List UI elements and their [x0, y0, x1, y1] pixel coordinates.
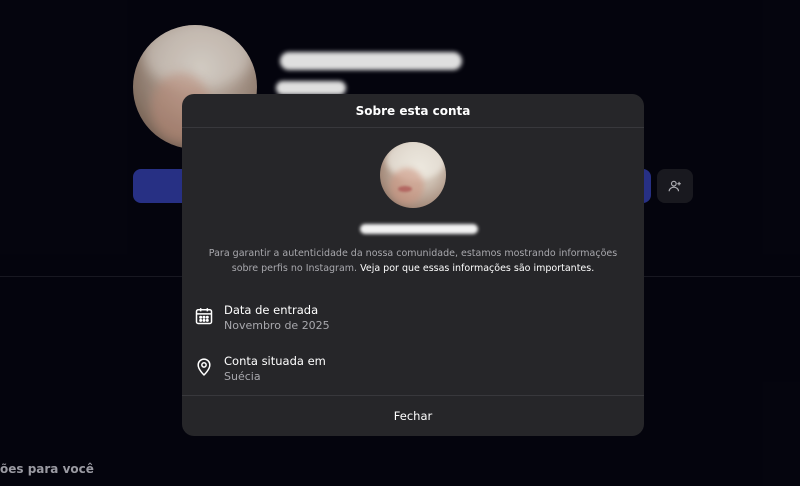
location-pin-icon	[197, 358, 211, 376]
why-important-link[interactable]: Veja por que essas informações são impor…	[360, 263, 594, 274]
about-account-dialog: Sobre esta conta Para garantir a autenti…	[182, 94, 644, 436]
calendar-icon	[195, 308, 213, 325]
account-location-label: Conta situada em	[224, 354, 326, 368]
date-joined-value: Novembro de 2025	[224, 319, 330, 332]
redacted-dialog-username	[360, 224, 478, 234]
date-joined-label: Data de entrada	[224, 303, 319, 317]
profile-page: ões para você Sobre esta conta Para gara…	[0, 0, 800, 486]
dialog-title: Sobre esta conta	[182, 94, 644, 128]
close-button[interactable]: Fechar	[182, 395, 644, 436]
date-joined-row: Data de entrada Novembro de 2025	[194, 302, 624, 334]
account-location-row: Conta situada em Suécia	[194, 353, 624, 385]
authenticity-info: Para garantir a autenticidade da nossa c…	[202, 246, 624, 276]
dialog-avatar	[380, 142, 446, 208]
account-location-value: Suécia	[224, 370, 261, 383]
